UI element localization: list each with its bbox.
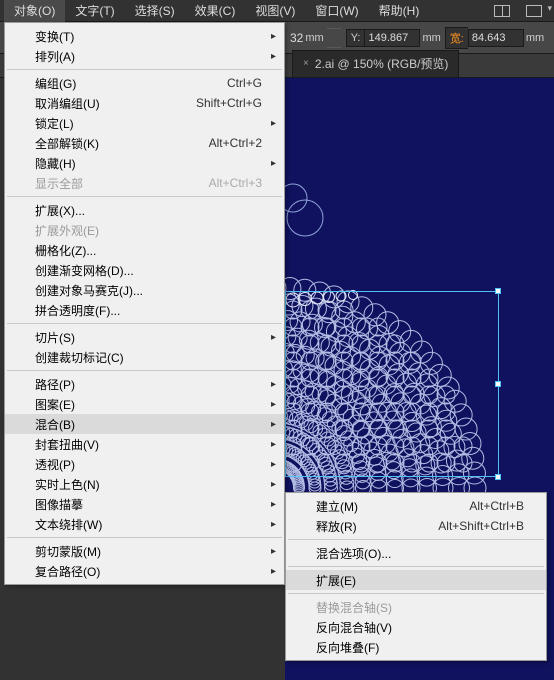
smi-reverse-spine[interactable]: 反向混合轴(V)	[286, 617, 546, 637]
mi-slice[interactable]: 切片(S)▸	[5, 327, 284, 347]
smi-release[interactable]: 释放(R)Alt+Shift+Ctrl+B	[286, 516, 546, 536]
mi-transform[interactable]: 变换(T)▸	[5, 26, 284, 46]
mi-perspective[interactable]: 透视(P)▸	[5, 454, 284, 474]
object-menu: 变换(T)▸ 排列(A)▸ 编组(G)Ctrl+G 取消编组(U)Shift+C…	[4, 22, 285, 585]
mi-lock[interactable]: 锁定(L)▸	[5, 113, 284, 133]
smi-options[interactable]: 混合选项(O)...	[286, 543, 546, 563]
smi-reverse-stack[interactable]: 反向堆叠(F)	[286, 637, 546, 657]
mi-expand-appearance: 扩展外观(E)	[5, 220, 284, 240]
chevron-right-icon: ▸	[271, 158, 276, 169]
chevron-right-icon: ▸	[271, 479, 276, 490]
menu-view[interactable]: 视图(V)	[245, 0, 305, 22]
mi-envelope[interactable]: 封套扭曲(V)▸	[5, 434, 284, 454]
mi-show-all: 显示全部Alt+Ctrl+3	[5, 173, 284, 193]
mi-mosaic[interactable]: 创建对象马赛克(J)...	[5, 280, 284, 300]
mi-rasterize[interactable]: 栅格化(Z)...	[5, 240, 284, 260]
mi-compound-path[interactable]: 复合路径(O)▸	[5, 561, 284, 581]
menu-select[interactable]: 选择(S)	[125, 0, 185, 22]
mi-arrange[interactable]: 排列(A)▸	[5, 46, 284, 66]
chevron-right-icon: ▸	[271, 332, 276, 343]
menu-window[interactable]: 窗口(W)	[305, 0, 368, 22]
y-label: Y:	[346, 29, 365, 47]
link-icon[interactable]	[327, 28, 341, 48]
x-unit: mm	[305, 32, 323, 44]
chevron-right-icon: ▸	[271, 118, 276, 129]
layout-icon[interactable]	[524, 3, 544, 19]
mi-pattern[interactable]: 图案(E)▸	[5, 394, 284, 414]
mi-live-paint[interactable]: 实时上色(N)▸	[5, 474, 284, 494]
mi-image-trace[interactable]: 图像描摹▸	[5, 494, 284, 514]
chevron-right-icon: ▸	[271, 499, 276, 510]
mi-unlock-all[interactable]: 全部解锁(K)Alt+Ctrl+2	[5, 133, 284, 153]
menu-help[interactable]: 帮助(H)	[369, 0, 430, 22]
chevron-right-icon: ▸	[271, 379, 276, 390]
menu-effect[interactable]: 效果(C)	[185, 0, 246, 22]
menu-object[interactable]: 对象(O)	[4, 0, 65, 22]
x-value-suffix: 32	[290, 31, 303, 45]
chevron-right-icon: ▸	[271, 419, 276, 430]
chevron-right-icon: ▸	[271, 51, 276, 62]
mi-clipping-mask[interactable]: 剪切蒙版(M)▸	[5, 541, 284, 561]
smi-expand[interactable]: 扩展(E)	[286, 570, 546, 590]
chevron-right-icon: ▸	[271, 439, 276, 450]
smi-make[interactable]: 建立(M)Alt+Ctrl+B	[286, 496, 546, 516]
chevron-right-icon: ▸	[271, 459, 276, 470]
close-icon[interactable]: ×	[303, 58, 309, 69]
chevron-right-icon: ▸	[271, 399, 276, 410]
menubar: 对象(O) 文字(T) 选择(S) 效果(C) 视图(V) 窗口(W) 帮助(H…	[0, 0, 554, 22]
mi-path[interactable]: 路径(P)▸	[5, 374, 284, 394]
chevron-right-icon: ▸	[271, 566, 276, 577]
smi-replace-spine: 替换混合轴(S)	[286, 597, 546, 617]
mi-ungroup[interactable]: 取消编组(U)Shift+Ctrl+G	[5, 93, 284, 113]
tab-document[interactable]: × 2.ai @ 150% (RGB/预览)	[292, 50, 459, 77]
mi-gradient-mesh[interactable]: 创建渐变网格(D)...	[5, 260, 284, 280]
mi-crop-marks[interactable]: 创建裁切标记(C)	[5, 347, 284, 367]
mi-blend[interactable]: 混合(B)▸	[5, 414, 284, 434]
chevron-right-icon: ▸	[271, 546, 276, 557]
mi-hide[interactable]: 隐藏(H)▸	[5, 153, 284, 173]
mi-expand[interactable]: 扩展(X)...	[5, 200, 284, 220]
handle-mr[interactable]	[495, 381, 501, 387]
w-label: 宽:	[445, 27, 468, 49]
handle-tr[interactable]	[495, 288, 501, 294]
selection-box	[285, 291, 499, 477]
handle-br[interactable]	[495, 474, 501, 480]
mi-group[interactable]: 编组(G)Ctrl+G	[5, 73, 284, 93]
w-input[interactable]	[468, 29, 524, 47]
w-unit: mm	[526, 32, 544, 44]
chevron-right-icon: ▸	[271, 519, 276, 530]
mi-flatten[interactable]: 拼合透明度(F)...	[5, 300, 284, 320]
tab-title: 2.ai @ 150% (RGB/预览)	[315, 55, 449, 72]
y-unit: mm	[422, 32, 440, 44]
mi-text-wrap[interactable]: 文本绕排(W)▸	[5, 514, 284, 534]
menu-type[interactable]: 文字(T)	[65, 0, 124, 22]
y-input[interactable]	[364, 29, 420, 47]
chevron-right-icon: ▸	[271, 31, 276, 42]
blend-submenu: 建立(M)Alt+Ctrl+B 释放(R)Alt+Shift+Ctrl+B 混合…	[285, 492, 547, 661]
doc-setup-icon[interactable]	[492, 3, 512, 19]
